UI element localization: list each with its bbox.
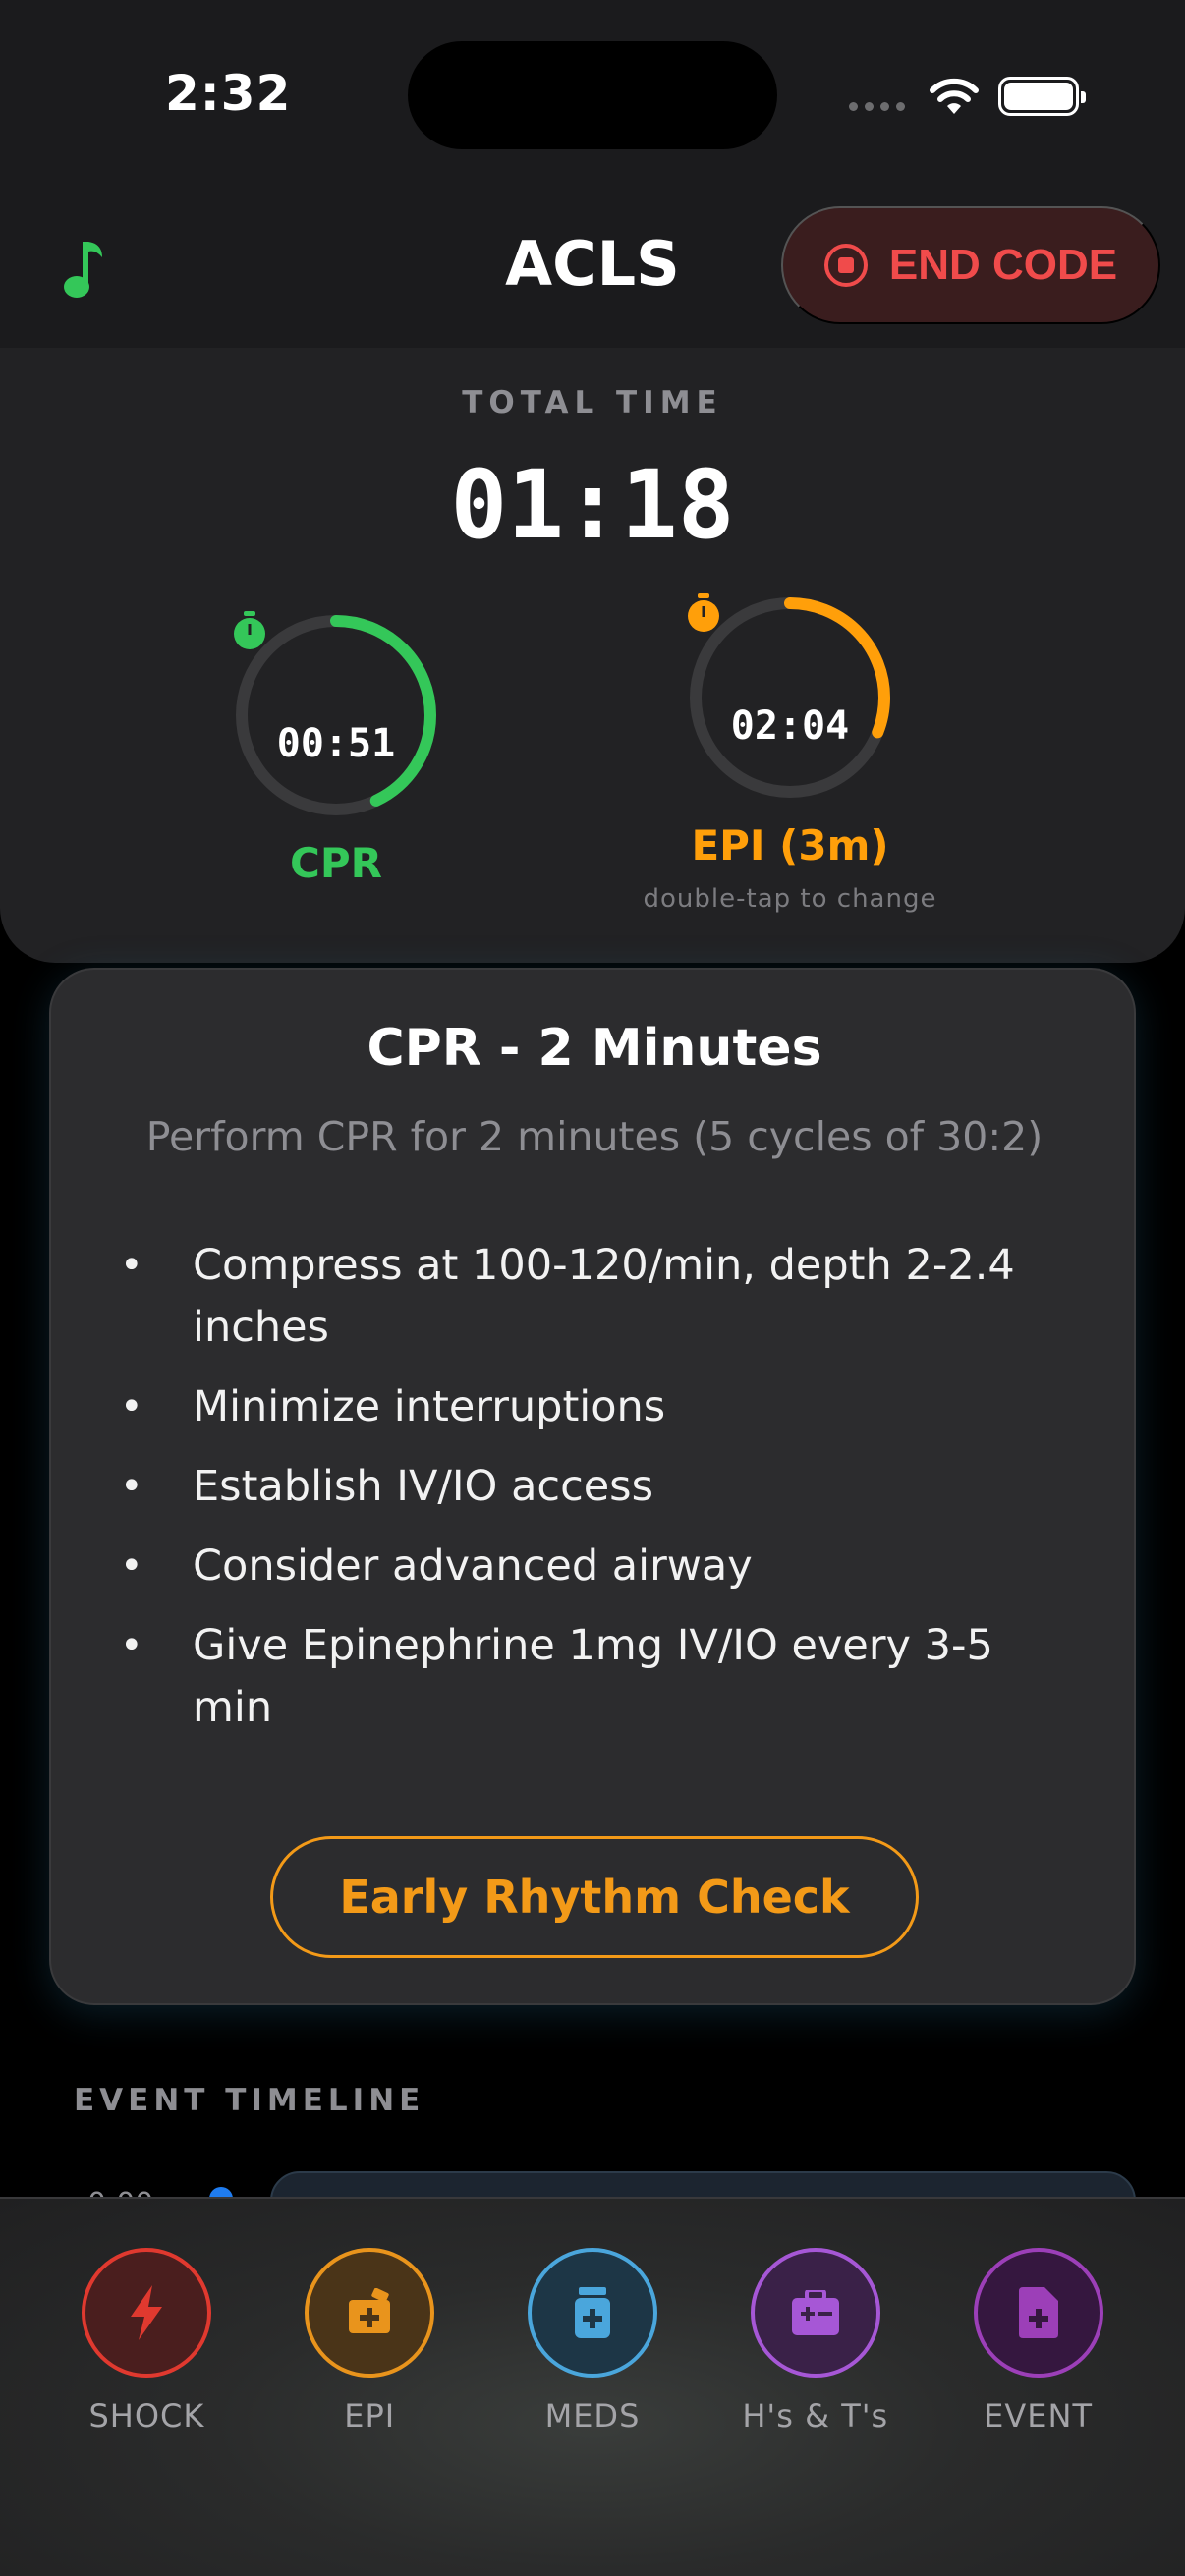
list-item: Minimize interruptions <box>120 1376 1083 1438</box>
cpr-timer-label: CPR <box>290 839 382 887</box>
stopwatch-icon <box>688 593 719 632</box>
stopwatch-icon <box>234 611 265 649</box>
stop-icon <box>823 244 868 287</box>
shock-action[interactable]: SHOCK <box>35 2248 258 2435</box>
event-timeline-label: EVENT TIMELINE <box>74 2083 425 2118</box>
epi-button[interactable] <box>305 2248 435 2378</box>
pill-bottle-icon <box>574 2287 610 2338</box>
event-button[interactable] <box>973 2248 1103 2378</box>
shock-label: SHOCK <box>88 2397 205 2435</box>
meds-label: MEDS <box>544 2397 641 2435</box>
wifi-icon <box>930 78 979 114</box>
medicine-icon <box>349 2288 391 2333</box>
total-time-value: 01:18 <box>450 450 735 560</box>
cellular-icon <box>849 102 905 111</box>
end-code-label: END CODE <box>888 241 1118 289</box>
meds-button[interactable] <box>527 2248 657 2378</box>
status-bar: 2:32 <box>0 0 1185 187</box>
hs-ts-action[interactable]: H's & T's <box>704 2248 927 2435</box>
epi-timer[interactable]: 02:04 <box>686 593 894 802</box>
total-time-label: TOTAL TIME <box>462 385 723 420</box>
bolt-icon <box>131 2285 163 2340</box>
status-time: 2:32 <box>165 65 292 122</box>
epi-label: EPI <box>344 2397 396 2435</box>
cpr-instruction-card: CPR - 2 Minutes Perform CPR for 2 minute… <box>49 968 1136 2005</box>
shock-button[interactable] <box>82 2248 212 2378</box>
epi-timer-value: 02:04 <box>730 703 850 749</box>
action-bar: SHOCK EPI MEDS H's & T's EVENT <box>0 2197 1185 2576</box>
meds-action[interactable]: MEDS <box>481 2248 705 2435</box>
timer-panel: TOTAL TIME 01:18 00:51 CPR 02:04 EPI (3m… <box>0 348 1185 963</box>
list-item: Compress at 100-120/min, depth 2-2.4 inc… <box>120 1235 1083 1359</box>
event-action[interactable]: EVENT <box>927 2248 1150 2435</box>
medical-kit-icon <box>791 2290 839 2335</box>
cpr-steps-list: Compress at 100-120/min, depth 2-2.4 inc… <box>120 1235 1083 1757</box>
battery-icon <box>998 77 1086 116</box>
end-code-button[interactable]: END CODE <box>781 206 1160 324</box>
list-item: Establish IV/IO access <box>120 1456 1083 1518</box>
early-rhythm-check-button[interactable]: Early Rhythm Check <box>270 1836 919 1958</box>
cpr-timer[interactable]: 00:51 <box>232 611 440 819</box>
card-subtitle: Perform CPR for 2 minutes (5 cycles of 3… <box>145 1113 1044 1160</box>
hs-ts-button[interactable] <box>750 2248 880 2378</box>
epi-timer-hint: double-tap to change <box>643 884 937 914</box>
card-title: CPR - 2 Minutes <box>367 1019 822 1078</box>
list-item: Consider advanced airway <box>120 1536 1083 1597</box>
event-label: EVENT <box>984 2397 1093 2435</box>
dynamic-island <box>408 41 777 149</box>
cpr-timer-value: 00:51 <box>276 721 396 766</box>
epi-timer-label: EPI (3m) <box>691 821 889 869</box>
list-item: Give Epinephrine 1mg IV/IO every 3-5 min <box>120 1615 1083 1739</box>
hs-ts-label: H's & T's <box>742 2397 889 2435</box>
epi-action[interactable]: EPI <box>258 2248 481 2435</box>
document-add-icon <box>1018 2287 1058 2338</box>
header: ACLS END CODE <box>0 187 1185 348</box>
